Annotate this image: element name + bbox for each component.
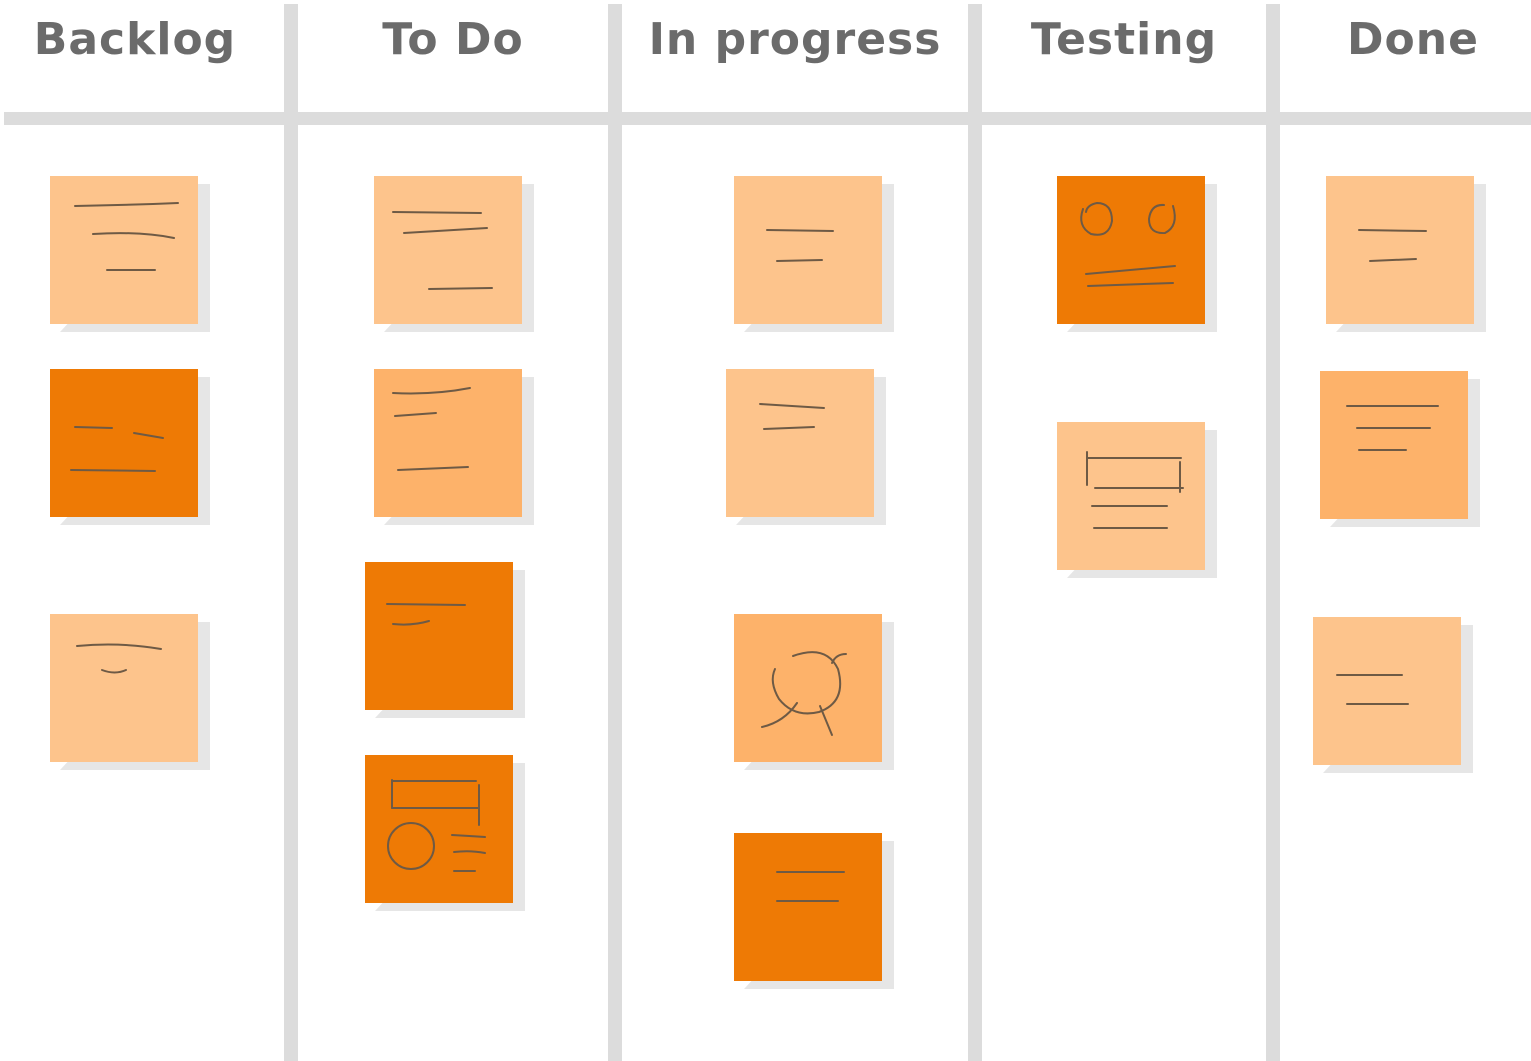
sticky-note[interactable] [734,176,894,332]
sticky-note[interactable] [50,614,210,770]
sticky-note[interactable] [365,755,525,911]
sticky-note[interactable] [1057,176,1217,332]
sticky-note[interactable] [726,369,886,525]
scribble-text-icon [1346,405,1439,451]
scribble-text-icon [766,229,834,262]
circles-and-lines-icon [1080,201,1176,287]
header-divider [4,112,1531,125]
scribble-text-icon [1336,674,1409,705]
column-divider [608,4,622,1061]
column-title-backlog: Backlog [33,14,237,65]
wireframe-layout-icon [387,779,486,872]
scribble-text-icon [70,426,164,472]
column-divider [1266,4,1280,1061]
scribble-text-icon [392,211,493,290]
column-divider [284,4,298,1061]
sticky-note[interactable] [374,369,534,525]
sticky-note[interactable] [1057,422,1217,578]
box-and-lines-icon [1086,451,1184,529]
sticky-note[interactable] [50,369,210,525]
sticky-note[interactable] [1313,617,1473,773]
column-title-testing: Testing [1030,14,1218,65]
sticky-note[interactable] [50,176,210,332]
sticky-note[interactable] [365,562,525,718]
circle-diagram-icon [761,651,847,736]
scribble-text-icon [1358,229,1427,262]
scribble-text-icon [74,202,179,271]
scribble-text-icon [776,871,845,902]
column-title-done: Done [1347,14,1479,65]
sticky-note[interactable] [1320,371,1480,527]
sticky-note[interactable] [734,833,894,989]
sticky-note[interactable] [1326,176,1486,332]
scribble-text-icon [759,403,825,430]
column-title-in-progress: In progress [648,14,942,65]
column-divider [968,4,982,1061]
sticky-note[interactable] [734,614,894,770]
scribble-text-icon [76,643,162,674]
scribble-text-icon [386,603,466,626]
sticky-note[interactable] [374,176,534,332]
scribble-text-icon [392,387,471,471]
column-title-todo: To Do [382,14,524,65]
